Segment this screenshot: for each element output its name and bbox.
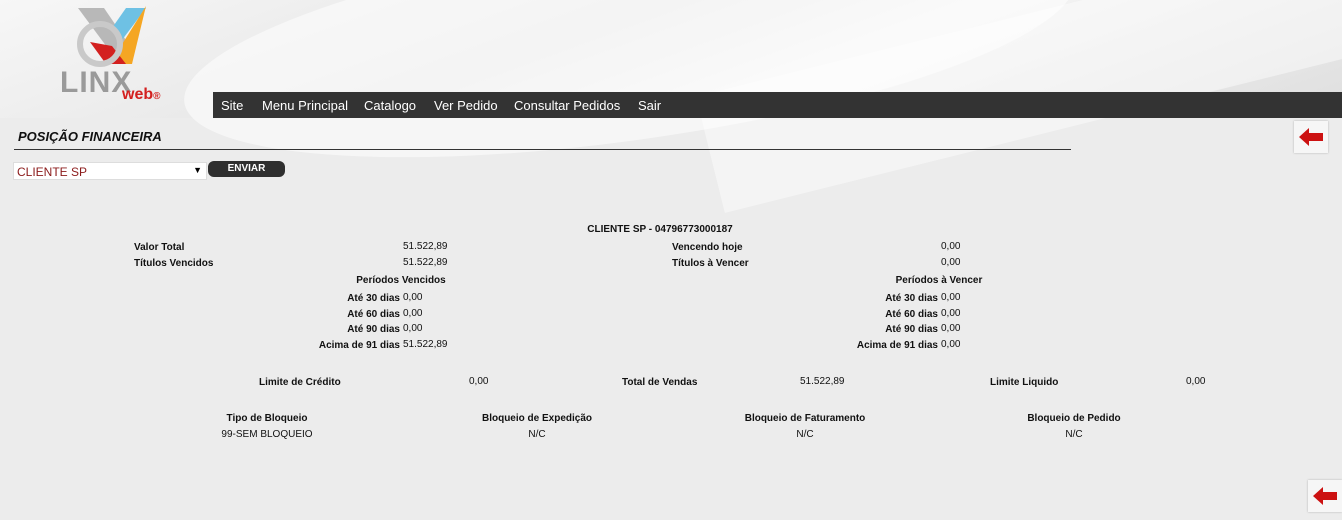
- vencendo-hoje-label: Vencendo hoje: [672, 242, 743, 253]
- limite-liquido-label: Limite Liquido: [990, 377, 1059, 388]
- titulos-vencidos-value: 51.522,89: [403, 257, 448, 268]
- pav-row-label: Até 90 dias: [885, 324, 938, 335]
- page-title: POSIÇÃO FINANCEIRA: [18, 129, 162, 144]
- nav-menu-principal[interactable]: Menu Principal: [262, 98, 348, 113]
- nav-catalogo[interactable]: Catalogo: [364, 98, 416, 113]
- pv-row-label: Até 90 dias: [347, 324, 400, 335]
- header: LINX web® Site Menu Principal Catalogo V…: [0, 0, 1342, 213]
- pv-row-value: 0,00: [403, 323, 423, 334]
- bloqueio-value: N/C: [1065, 429, 1083, 440]
- brand-sub: web®: [122, 86, 161, 103]
- bloqueio-label: Tipo de Bloqueio: [226, 413, 308, 424]
- pav-row-value: 0,00: [941, 339, 961, 350]
- bloqueio-label: Bloqueio de Pedido: [1027, 413, 1121, 424]
- pv-row-value: 0,00: [403, 308, 423, 319]
- nav-sair[interactable]: Sair: [638, 98, 661, 113]
- pav-row-value: 0,00: [941, 292, 961, 303]
- titulos-a-vencer-label: Títulos à Vencer: [672, 258, 749, 269]
- nav-site[interactable]: Site: [221, 98, 243, 113]
- pv-row-value: 0,00: [403, 292, 423, 303]
- pv-row-value: 51.522,89: [403, 339, 448, 350]
- back-button-bottom[interactable]: [1308, 480, 1342, 512]
- total-vendas-value: 51.522,89: [800, 376, 845, 387]
- bloqueio-value: 99-SEM BLOQUEIO: [221, 429, 313, 440]
- send-button[interactable]: ENVIAR: [208, 161, 285, 177]
- pav-row-value: 0,00: [941, 323, 961, 334]
- total-vendas-label: Total de Vendas: [622, 377, 698, 388]
- back-arrow-icon: [1313, 487, 1337, 505]
- pav-row-value: 0,00: [941, 308, 961, 319]
- valor-total-value: 51.522,89: [403, 241, 448, 252]
- back-button-top[interactable]: [1294, 121, 1328, 153]
- nav-ver-pedido[interactable]: Ver Pedido: [434, 98, 498, 113]
- nav-consultar-pedidos[interactable]: Consultar Pedidos: [514, 98, 620, 113]
- pv-row-label: Até 60 dias: [347, 309, 400, 320]
- main-nav: Site Menu Principal Catalogo Ver Pedido …: [213, 92, 1342, 118]
- chevron-down-icon: ▼: [193, 165, 202, 175]
- client-select[interactable]: CLIENTE SP ▼: [13, 162, 207, 180]
- titulos-vencidos-label: Títulos Vencidos: [134, 258, 214, 269]
- bloqueio-value: N/C: [796, 429, 814, 440]
- pav-row-label: Até 30 dias: [885, 293, 938, 304]
- bloqueio-value: N/C: [528, 429, 546, 440]
- pv-row-label: Até 30 dias: [347, 293, 400, 304]
- periodos-vencidos-title: Períodos Vencidos: [356, 275, 446, 286]
- bloqueio-label: Bloqueio de Faturamento: [744, 413, 866, 424]
- periodos-a-vencer-title: Períodos à Vencer: [895, 275, 983, 286]
- titulos-a-vencer-value: 0,00: [941, 257, 961, 268]
- vencendo-hoje-value: 0,00: [941, 241, 961, 252]
- client-header: CLIENTE SP - 04796773000187: [587, 224, 733, 235]
- valor-total-label: Valor Total: [134, 242, 185, 253]
- client-select-value: CLIENTE SP: [17, 165, 88, 179]
- title-divider: [14, 149, 1071, 150]
- limite-liquido-value: 0,00: [1186, 376, 1206, 387]
- pav-row-label: Até 60 dias: [885, 309, 938, 320]
- limite-credito-label: Limite de Crédito: [259, 377, 341, 388]
- pv-row-label: Acima de 91 dias: [318, 340, 400, 351]
- pav-row-label: Acima de 91 dias: [856, 340, 938, 351]
- back-arrow-icon: [1299, 128, 1323, 146]
- limite-credito-value: 0,00: [469, 376, 489, 387]
- bloqueio-label: Bloqueio de Expedição: [481, 413, 593, 424]
